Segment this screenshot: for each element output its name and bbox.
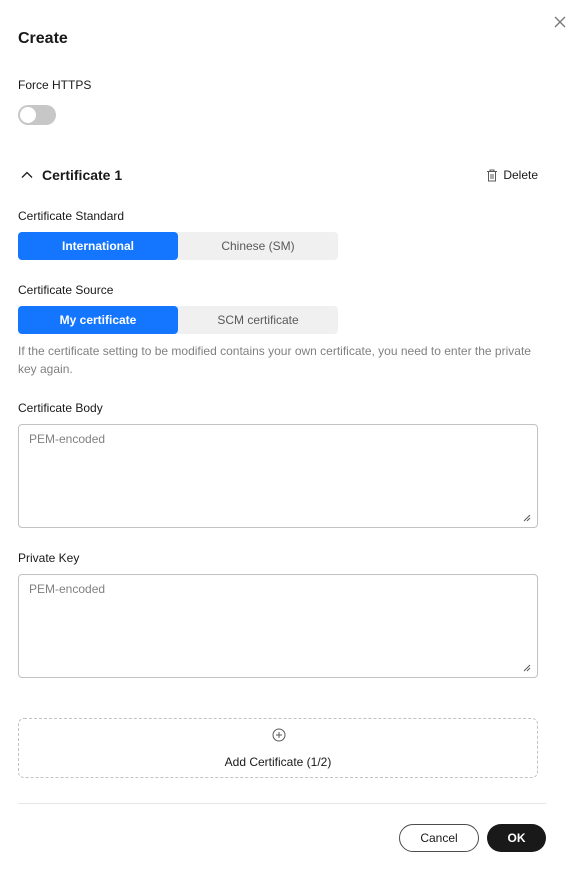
plus-circle-icon bbox=[272, 728, 286, 742]
cancel-button[interactable]: Cancel bbox=[399, 824, 479, 852]
delete-certificate-button[interactable]: Delete bbox=[486, 167, 538, 183]
delete-label: Delete bbox=[503, 168, 538, 182]
trash-icon bbox=[487, 169, 498, 181]
add-certificate-button[interactable]: Add Certificate (1/2) bbox=[18, 718, 538, 778]
certificate-body-input[interactable] bbox=[18, 424, 538, 528]
close-icon[interactable] bbox=[550, 12, 570, 32]
private-key-input[interactable] bbox=[18, 574, 538, 678]
certificate-body-label: Certificate Body bbox=[18, 401, 103, 415]
footer-divider bbox=[18, 803, 546, 804]
add-certificate-label: Add Certificate (1/2) bbox=[224, 755, 332, 769]
source-option-scm-certificate[interactable]: SCM certificate bbox=[178, 306, 338, 334]
ok-button[interactable]: OK bbox=[487, 824, 546, 852]
chevron-up-icon[interactable] bbox=[20, 168, 34, 182]
certificate-title: Certificate 1 bbox=[42, 167, 123, 183]
certificate-header: Certificate 1 Delete bbox=[18, 165, 538, 185]
certificate-source-selector: My certificate SCM certificate bbox=[18, 306, 338, 334]
private-key-label: Private Key bbox=[18, 551, 80, 565]
standard-option-chinese-sm[interactable]: Chinese (SM) bbox=[178, 232, 338, 260]
resize-handle-icon[interactable] bbox=[523, 514, 531, 522]
standard-option-international[interactable]: International bbox=[18, 232, 178, 260]
force-https-toggle[interactable] bbox=[18, 105, 56, 125]
certificate-standard-selector: International Chinese (SM) bbox=[18, 232, 338, 260]
private-key-hint: If the certificate setting to be modifie… bbox=[18, 344, 531, 376]
certificate-source-label: Certificate Source bbox=[18, 283, 114, 297]
resize-handle-icon[interactable] bbox=[523, 664, 531, 672]
force-https-label: Force HTTPS bbox=[18, 78, 92, 92]
toggle-knob bbox=[20, 107, 36, 123]
source-option-my-certificate[interactable]: My certificate bbox=[18, 306, 178, 334]
dialog-title: Create bbox=[18, 30, 68, 47]
certificate-standard-label: Certificate Standard bbox=[18, 209, 125, 223]
